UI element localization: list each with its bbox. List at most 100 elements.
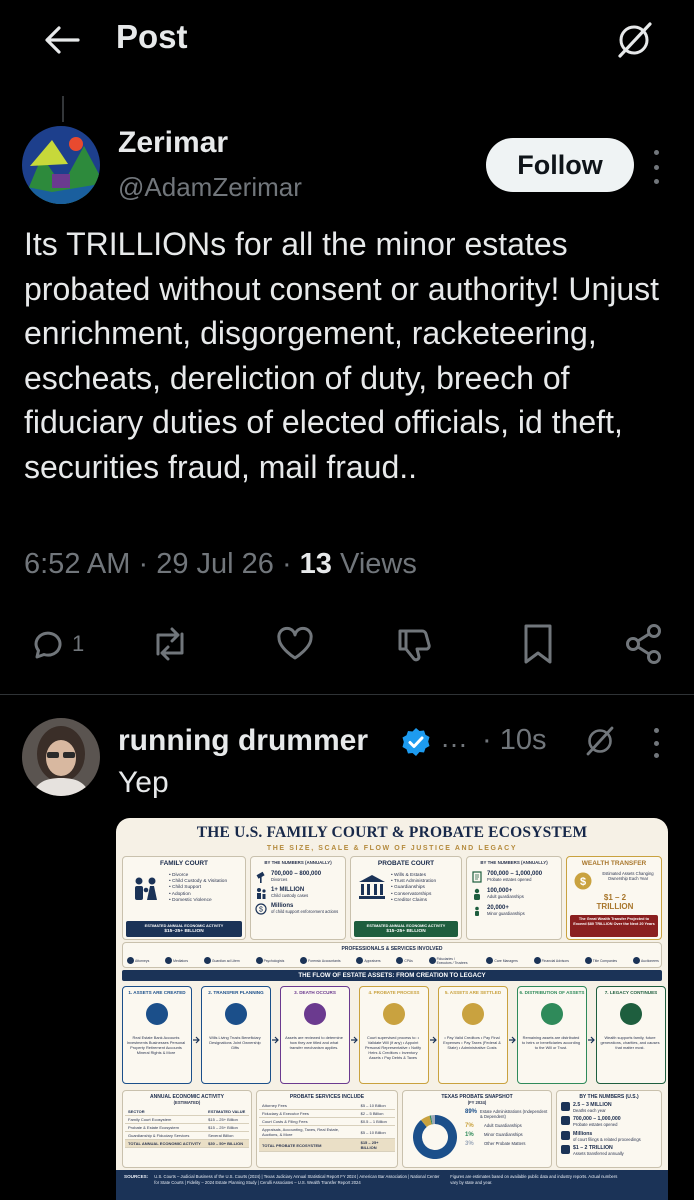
numbers-row: 700,000 – 1,000,000 Probate estates opene… [471, 871, 559, 883]
flow-step-title: 4. PROBATE PROCESS [368, 990, 420, 995]
like-button[interactable] [274, 616, 316, 672]
people-icon [257, 888, 266, 899]
divider [0, 694, 694, 695]
reply-text: Yep [118, 766, 169, 799]
meta-separator: · [281, 548, 300, 580]
author-handle[interactable]: @AdamZerimar [118, 172, 302, 203]
professional-item: Fiduciaries / Executors / Trustees [428, 954, 471, 967]
reply-author-name[interactable]: running drummer [118, 724, 368, 758]
professional-item: Guardian ad Litem [203, 954, 240, 967]
table-total-value: $15 – 25+ BILLION [357, 1138, 395, 1152]
post-text: Its TRILLIONs for all the minor estates … [24, 226, 660, 485]
reply-time-value: 10s [499, 724, 547, 756]
avatar[interactable] [22, 126, 100, 204]
follow-button[interactable]: Follow [486, 138, 634, 192]
probate-court-items: • Wills & Estates • Trust Administration… [391, 873, 461, 904]
stat-label: Assets transferred annually [573, 1151, 624, 1157]
reply-time[interactable]: · 10s [482, 724, 546, 757]
stat-label: Probate estates opened [487, 877, 532, 882]
attached-infographic-image[interactable]: THE U.S. FAMILY COURT & PROBATE ECOSYSTE… [116, 818, 668, 1200]
wealth-value-line: TRILLION [596, 902, 634, 911]
reply-button[interactable]: 1 [28, 616, 84, 672]
activity-subheading: (ESTIMATED) [173, 1100, 201, 1105]
professional-item: Forensic Accountants [300, 954, 341, 967]
wealth-transfer-heading: WEALTH TRANSFER [581, 860, 647, 867]
repost-button[interactable] [148, 616, 192, 672]
flow-step: 3. DEATH OCCURS Assets are reviewed to de… [280, 986, 350, 1084]
repost-icon [156, 627, 184, 661]
post-time[interactable]: 6:52 AM [24, 548, 130, 580]
flow-step-body: Remaining assets are distributed to heir… [521, 1035, 581, 1050]
thread-connector [62, 96, 64, 122]
person-icon [474, 888, 480, 900]
professional-icon [165, 957, 173, 964]
wealth-desc: Estimated Assets Changing Ownership Each… [602, 871, 654, 882]
flow-step: 4. PROBATE PROCESS Court supervised proce… [359, 986, 429, 1084]
page-title: Post [116, 18, 188, 55]
share-button[interactable] [622, 616, 666, 672]
stat-icon [561, 1116, 570, 1126]
family-court-item: • Domestic Violence [169, 897, 212, 903]
flow-step-title: 2. TRANSFER PLANNING [208, 990, 264, 995]
flow-step: 1. ASSETS ARE CREATED Real Estate Bank Ac… [122, 986, 192, 1084]
probate-activity-band: ESTIMATED ANNUAL ECONOMIC ACTIVITY $15–2… [354, 921, 458, 937]
flow-step-icon [620, 1003, 642, 1025]
table-cell: $15 – 25+ Billion [205, 1123, 249, 1132]
action-bar: 1 [0, 616, 694, 672]
table-cell: $5 – 10 Billion [357, 1125, 395, 1139]
flow-step-body: Real Estate Bank Accounts Investments Bu… [126, 1035, 186, 1055]
bookmark-button[interactable] [520, 616, 556, 672]
professional-item: Title Companies [584, 954, 617, 967]
texas-subheading: (FY 2024) [467, 1100, 487, 1105]
more-options-icon[interactable] [644, 150, 668, 184]
family-court-panel: FAMILY COURT • Divorce • Child Custody &… [122, 856, 246, 940]
professional-icon [428, 957, 436, 964]
views-label[interactable]: Views [340, 548, 417, 580]
table-cell: $15 – 25+ Billion [205, 1115, 249, 1124]
probate-services-heading: PROBATE SERVICES INCLUDE [289, 1094, 365, 1100]
flow-step: 2. TRANSFER PLANNING Wills Living Trusts … [201, 986, 271, 1084]
band-value: $15–25+ BILLION [386, 929, 426, 934]
meta-separator: · [138, 548, 157, 580]
thumbs-down-icon [398, 629, 431, 662]
numbers-row: $1 – 2 TRILLION Assets transferred annual… [561, 1145, 661, 1156]
stat-icon [561, 1102, 570, 1111]
flow-step: 7. LEGACY CONTINUES Wealth supports famil… [596, 986, 666, 1084]
flow-step-body: Wills Living Trusts Beneficiary Designat… [209, 1035, 261, 1050]
flow-step-icon [225, 1003, 247, 1025]
legend-row: 1% Minor Guardianships [465, 1132, 551, 1138]
flow-step-title: 6. DISTRIBUTION OF ASSETS [519, 990, 585, 995]
flow-step-icon [462, 1003, 484, 1025]
share-icon [626, 624, 661, 664]
professional-icon [486, 957, 494, 964]
svg-text:$: $ [259, 907, 263, 914]
family-court-activity-band: ESTIMATED ANNUAL ECONOMIC ACTIVITY $15–2… [126, 921, 242, 937]
grok-icon[interactable] [578, 722, 622, 760]
author-name[interactable]: Zerimar [118, 126, 228, 160]
legend-row: 3% Other Probate Matters [465, 1141, 551, 1147]
numbers-heading: BY THE NUMBERS (ANNUALLY) [264, 860, 332, 865]
legend-pct: 89% [465, 1109, 478, 1115]
family-court-items: • Divorce • Child Custody & Visitation •… [169, 873, 245, 904]
professionals-list: Attorneys Mediators Guardian ad Litem Psych… [127, 954, 659, 967]
reply-avatar[interactable] [22, 718, 100, 796]
grok-icon[interactable] [608, 16, 660, 64]
professional-item: Financial Advisors [533, 954, 569, 967]
table-cell: Guardianship & Fiduciary Services [125, 1131, 206, 1140]
verified-badge-icon[interactable] [400, 726, 432, 758]
back-arrow-icon[interactable] [40, 22, 84, 58]
professional-item: Mediators [165, 954, 188, 967]
reply-count: 1 [72, 631, 85, 656]
stat-label: Child custody cases [271, 893, 309, 898]
stat-icon [561, 1145, 570, 1155]
dislike-button[interactable] [392, 616, 434, 672]
professional-item: Attorneys [127, 954, 149, 967]
legend-pct: 7% [465, 1122, 474, 1129]
more-options-icon[interactable] [644, 728, 668, 758]
post-date[interactable]: 29 Jul 26 [156, 548, 274, 580]
numbers-row: 700,000 – 1,000,000 Probate estates opene… [561, 1116, 661, 1127]
table-cell: Several Billion [205, 1131, 249, 1140]
texas-legend: 89% Estate Administrations (Independent &… [465, 1109, 551, 1150]
professional-icon [356, 957, 364, 964]
flow-step-icon [541, 1003, 563, 1025]
